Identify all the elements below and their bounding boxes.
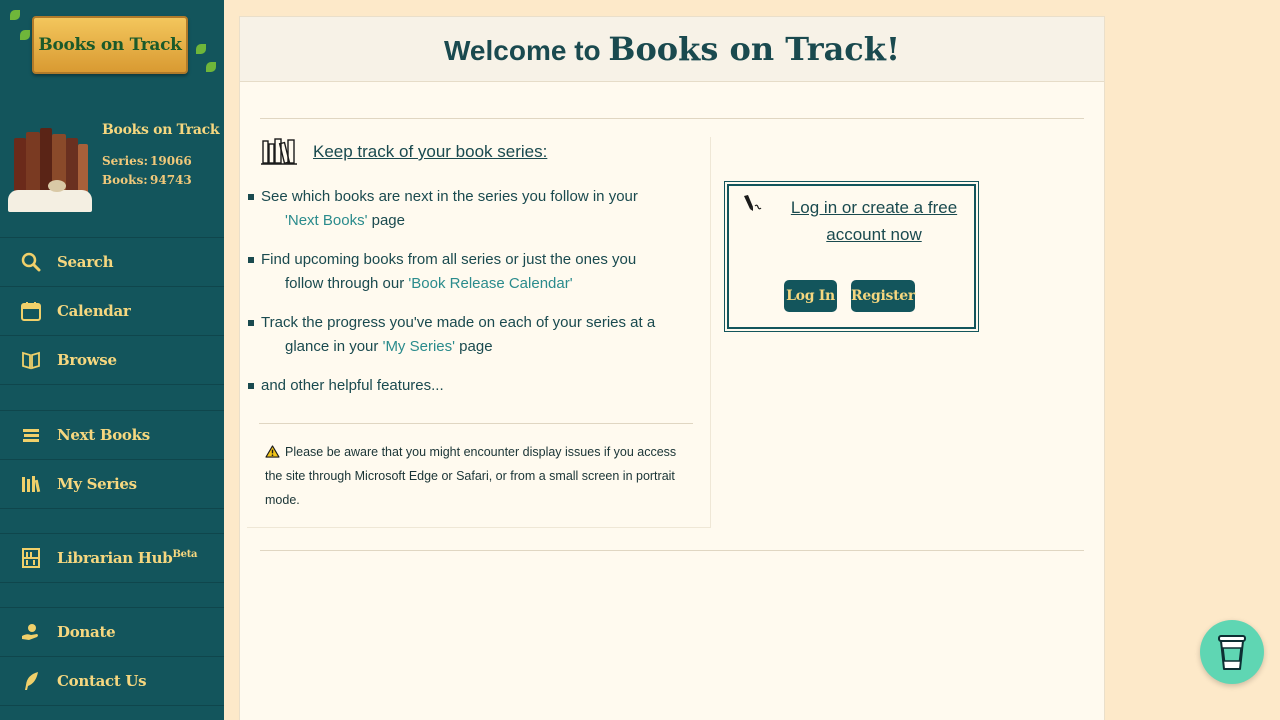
list-item: Find upcoming books from all series or j… (247, 248, 697, 296)
coffee-cup-icon (1218, 635, 1246, 670)
list-item: and other helpful features... (247, 374, 697, 398)
leaf-icon (196, 44, 206, 54)
nav-label: Contact Us (57, 672, 147, 690)
main-card: Welcome to Books on Track! Keep track of… (239, 16, 1105, 720)
nav-label: My Series (57, 475, 137, 493)
nav-label: Next Books (57, 426, 150, 444)
leaf-icon (10, 10, 20, 20)
nav-item-librarian-hub[interactable]: Librarian HubBeta (0, 534, 224, 583)
series-count: Series: 19066 (102, 154, 192, 168)
nav-group-librarian: Librarian HubBeta (0, 533, 224, 583)
list-item: See which books are next in the series y… (247, 185, 697, 233)
release-calendar-link[interactable]: 'Book Release Calendar' (408, 275, 572, 292)
buy-me-a-coffee-button[interactable] (1200, 620, 1264, 684)
nav-item-calendar[interactable]: Calendar (0, 287, 224, 336)
login-create-account-link[interactable]: Log in or create a free account now (779, 194, 969, 248)
logo-text: Books on Track (38, 35, 182, 55)
library-icon (20, 547, 42, 569)
nav-label: Donate (57, 623, 116, 641)
site-stats: Books on Track Series: 19066 Books: 94743 (0, 114, 224, 224)
bookshelf-icon (20, 473, 42, 495)
divider (260, 550, 1084, 551)
list-item: Track the progress you've made on each o… (247, 311, 697, 359)
book-stack-icon (20, 424, 42, 446)
warning-icon (265, 445, 280, 458)
log-in-button[interactable]: Log In (784, 280, 837, 312)
nav-item-browse[interactable]: Browse (0, 336, 224, 385)
divider (260, 118, 1084, 119)
brand-name: Books on Track! (608, 30, 900, 68)
keep-track-link[interactable]: Keep track of your book series: (313, 142, 547, 162)
nav-item-next-books[interactable]: Next Books (0, 411, 224, 460)
main-header: Welcome to Books on Track! (240, 17, 1104, 82)
search-icon (20, 251, 42, 273)
nav-group-user: Next Books My Series (0, 410, 224, 509)
feather-quill-icon (20, 670, 42, 692)
login-panel: Log in or create a free account now Log … (724, 181, 979, 332)
books-stack-image (8, 124, 94, 216)
browser-warning: Please be aware that you might encounter… (265, 445, 677, 507)
bookshelf-icon (261, 138, 297, 165)
nav-label: Librarian HubBeta (57, 549, 198, 567)
nav-item-search[interactable]: Search (0, 238, 224, 287)
nav-label: Search (57, 253, 114, 271)
books-count: Books: 94743 (102, 173, 192, 187)
page-title: Welcome to Books on Track! (444, 30, 900, 68)
leaf-icon (20, 30, 30, 40)
logo-board: Books on Track (32, 16, 188, 74)
nav-item-my-series[interactable]: My Series (0, 460, 224, 509)
keep-track-heading: Keep track of your book series: (261, 137, 547, 167)
nav-label: Browse (57, 351, 117, 369)
calendar-icon (20, 300, 42, 322)
donate-hand-icon (20, 621, 42, 643)
features-list: See which books are next in the series y… (247, 185, 697, 413)
leaf-icon (206, 62, 216, 72)
sidebar: Books on Track Books on Track Series: 190… (0, 0, 224, 720)
features-panel: Keep track of your book series: See whic… (247, 137, 711, 528)
nav-group-support: Donate Contact Us (0, 607, 224, 706)
my-series-link[interactable]: 'My Series' (383, 338, 455, 355)
divider (259, 423, 693, 424)
open-book-icon (20, 349, 42, 371)
nav-group-main: Search Calendar Browse (0, 237, 224, 385)
site-logo[interactable]: Books on Track (0, 0, 224, 96)
pen-writing-icon (744, 195, 762, 211)
nav-item-contact-us[interactable]: Contact Us (0, 657, 224, 706)
nav-label: Calendar (57, 302, 131, 320)
register-button[interactable]: Register (851, 280, 915, 312)
next-books-link[interactable]: 'Next Books' (285, 212, 367, 229)
beta-badge: Beta (172, 549, 198, 560)
stats-title: Books on Track (102, 122, 220, 138)
nav-item-donate[interactable]: Donate (0, 608, 224, 657)
